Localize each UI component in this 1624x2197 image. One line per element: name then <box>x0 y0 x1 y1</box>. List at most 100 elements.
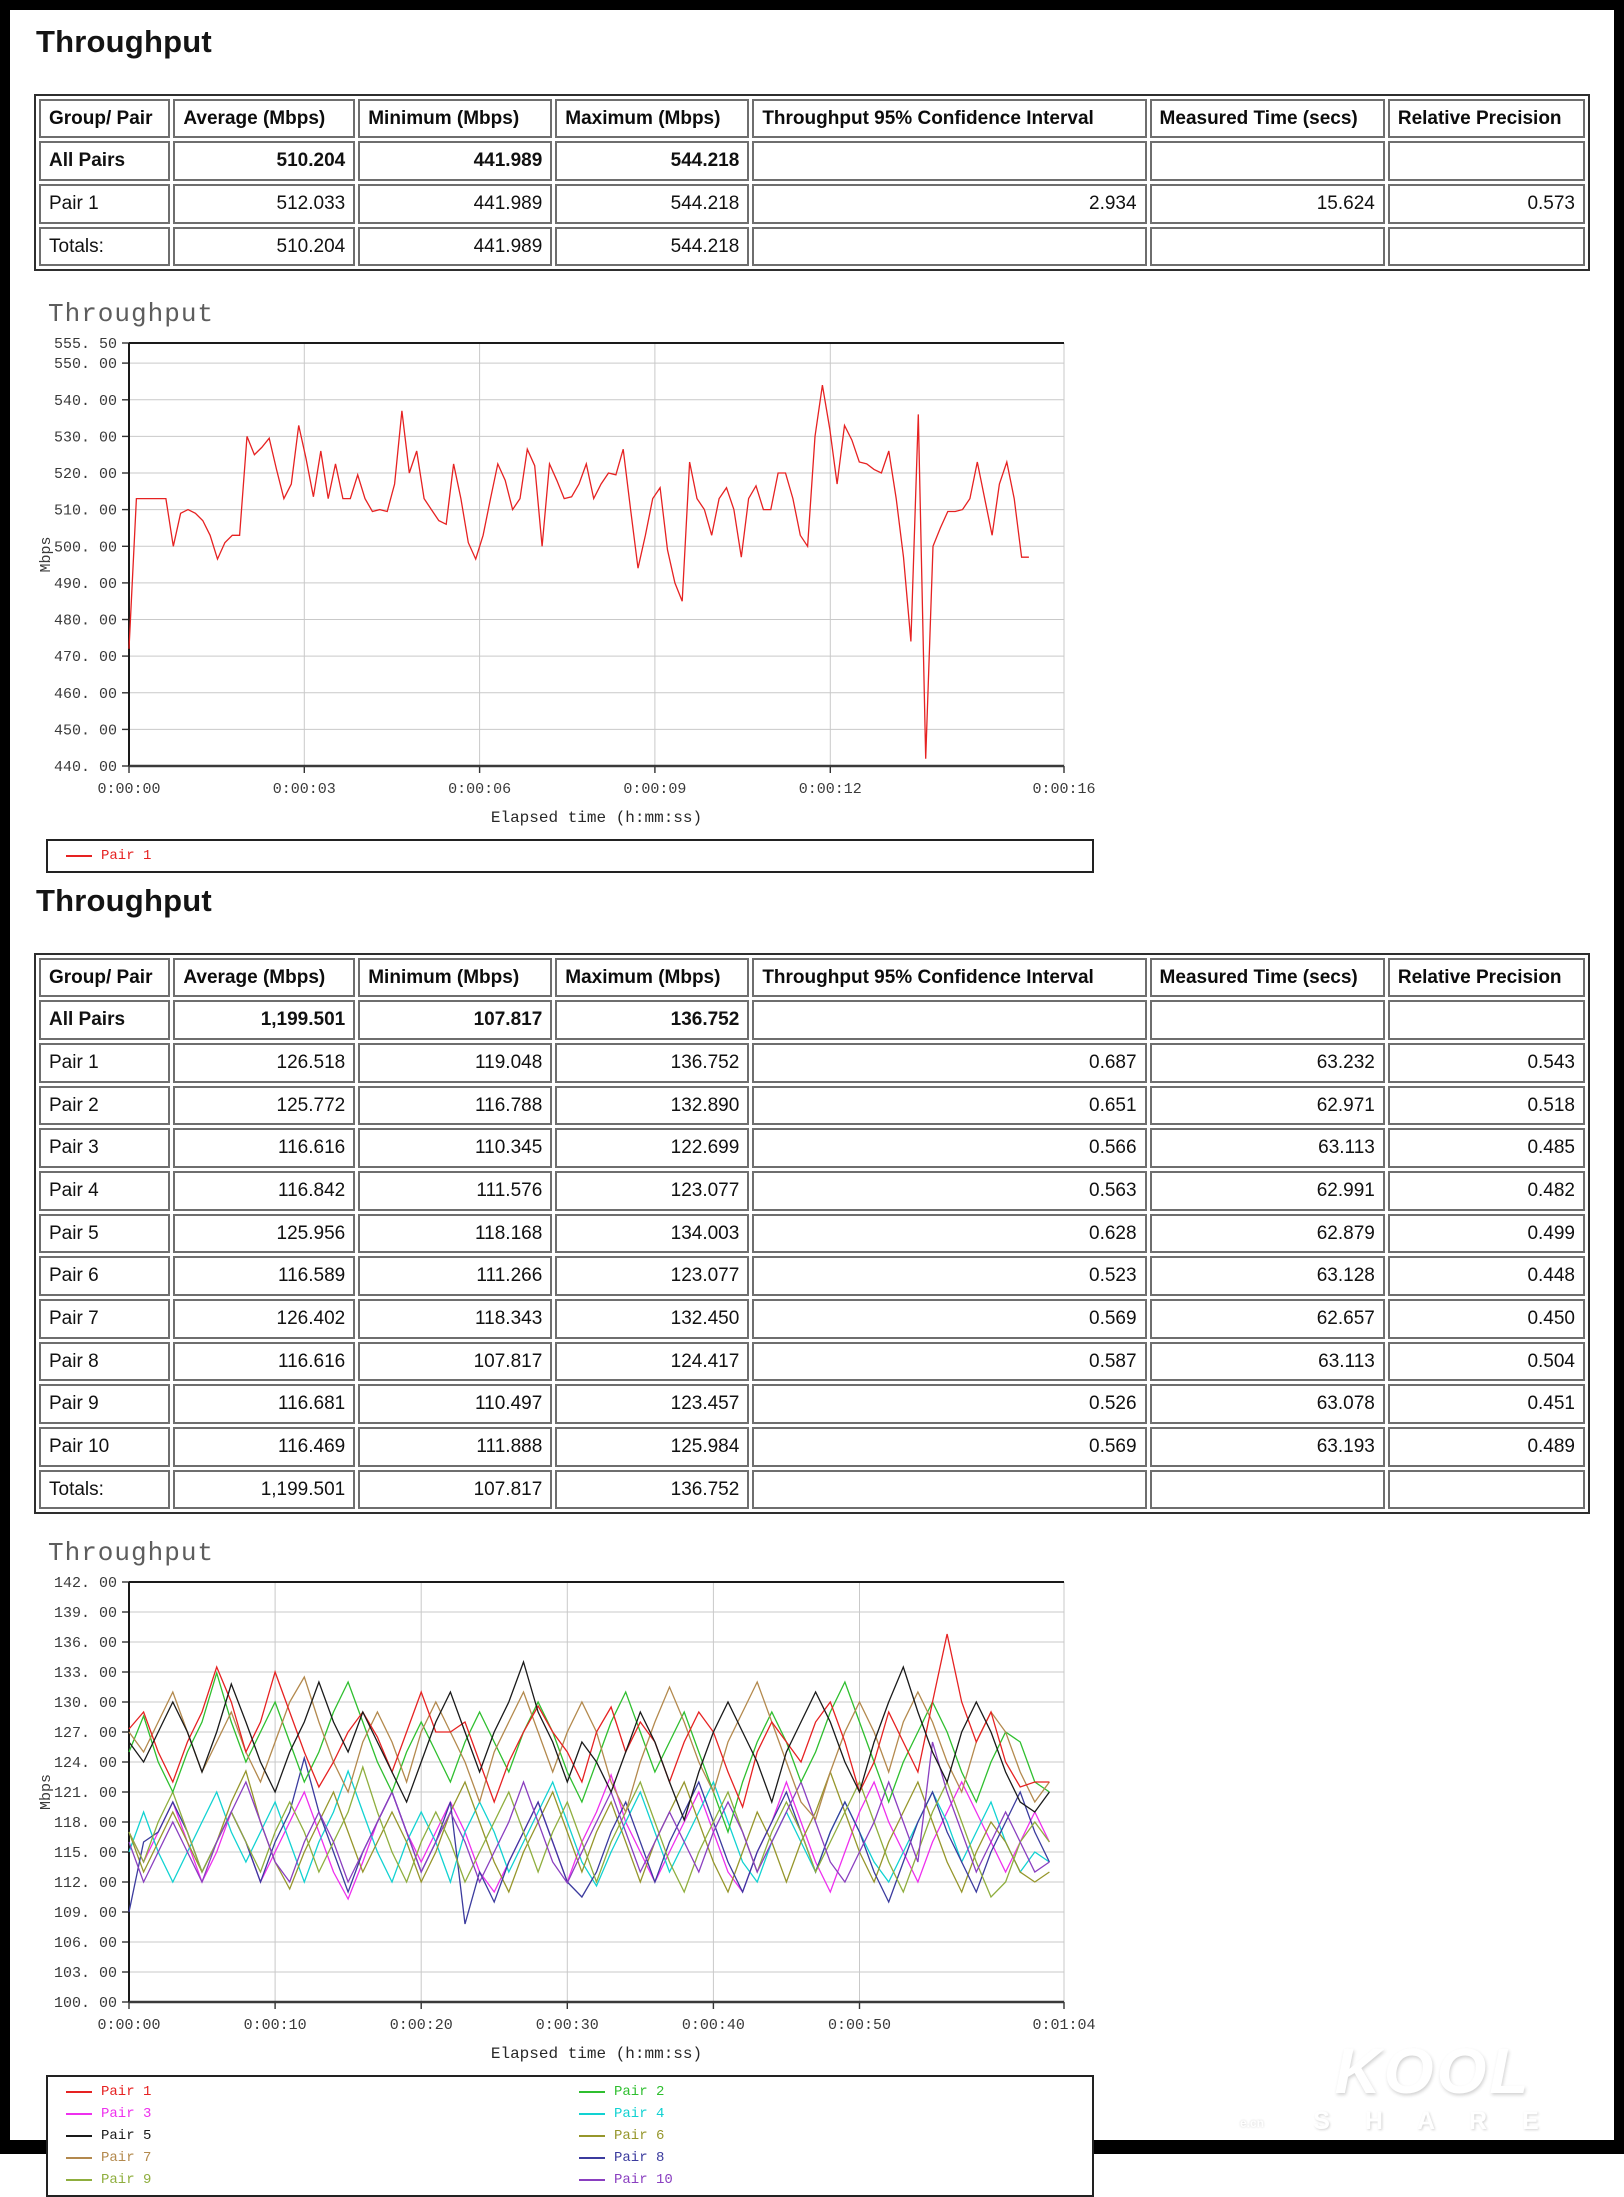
value-cell: 0.587 <box>752 1341 1147 1382</box>
row-label: Pair 8 <box>39 1341 171 1382</box>
value-cell: 63.232 <box>1149 1043 1385 1083</box>
legend-swatch <box>66 2135 92 2138</box>
value-cell: 15.624 <box>1149 183 1385 224</box>
value-cell: 125.956 <box>173 1213 356 1254</box>
value-cell <box>752 1469 1147 1510</box>
value-cell: 0.448 <box>1387 1256 1585 1296</box>
table-row: Pair 5 125.956 118.168 134.003 0.628 62.879 0.… <box>39 1213 1585 1254</box>
section-heading-1: Throughput <box>36 24 212 59</box>
value-cell: 441.989 <box>358 183 553 224</box>
value-cell: 123.457 <box>555 1384 750 1424</box>
legend-swatch <box>579 2157 605 2160</box>
value-cell: 1,199.501 <box>173 1469 356 1510</box>
legend-label: Pair 4 <box>614 2106 665 2123</box>
legend-entry: Pair 1 <box>66 2081 579 2103</box>
value-cell: 116.616 <box>173 1128 356 1169</box>
column-header: Measured Time (secs) <box>1149 98 1385 139</box>
column-header: Throughput 95% Confidence Interval <box>752 957 1147 998</box>
value-cell: 116.469 <box>173 1426 356 1467</box>
svg-text:490. 00: 490. 00 <box>54 576 117 593</box>
throughput-chart-2: 142. 00 139. 00 136. 00 133. 00 130. 00 127. … <box>34 1570 1590 2071</box>
svg-text:118. 00: 118. 00 <box>54 1815 117 1832</box>
svg-text:133. 00: 133. 00 <box>54 1665 117 1682</box>
value-cell <box>752 141 1147 181</box>
legend-label: Pair 1 <box>101 2084 152 2101</box>
svg-text:440. 00: 440. 00 <box>54 759 117 776</box>
row-label: Totals: <box>39 226 171 267</box>
legend-entry: Pair 1 <box>66 845 1092 867</box>
row-label: Pair 10 <box>39 1426 171 1467</box>
value-cell: 544.218 <box>555 141 750 181</box>
chart-legend-2: Pair 1 Pair 3 Pair 5 Pair 7 Pair 9 Pair 2 Pair… <box>46 2075 1094 2197</box>
column-header: Average (Mbps) <box>173 98 356 139</box>
value-cell: 544.218 <box>555 226 750 267</box>
value-cell <box>1387 226 1585 267</box>
value-cell: 0.569 <box>752 1298 1147 1339</box>
value-cell: 116.589 <box>173 1256 356 1296</box>
legend-swatch <box>66 2091 92 2094</box>
column-header: Minimum (Mbps) <box>358 98 553 139</box>
chart-series <box>128 385 1029 759</box>
value-cell: 0.687 <box>752 1043 1147 1083</box>
value-cell: 122.699 <box>555 1128 750 1169</box>
legend-label: Pair 3 <box>101 2106 152 2123</box>
svg-text:0:00:03: 0:00:03 <box>273 781 336 798</box>
throughput-chart-block-1: Throughput 555. 50 550. 00 540. 00 530. 00 5… <box>34 299 1590 874</box>
value-cell <box>1387 141 1585 181</box>
value-cell: 125.984 <box>555 1426 750 1467</box>
table-row: Pair 3 116.616 110.345 122.699 0.566 63.113 0.… <box>39 1128 1585 1169</box>
svg-text:540. 00: 540. 00 <box>54 393 117 410</box>
legend-swatch <box>579 2179 605 2182</box>
value-cell: 107.817 <box>358 1000 553 1041</box>
legend-swatch <box>579 2091 605 2094</box>
legend-label: Pair 9 <box>101 2172 152 2189</box>
column-header: Relative Precision <box>1387 957 1585 998</box>
value-cell: 111.888 <box>358 1426 553 1467</box>
legend-swatch <box>66 2179 92 2182</box>
svg-text:0:00:12: 0:00:12 <box>799 781 862 798</box>
legend-entry: Pair 4 <box>579 2103 1092 2125</box>
column-header: Maximum (Mbps) <box>555 957 750 998</box>
value-cell: 512.033 <box>173 183 356 224</box>
svg-text:139. 00: 139. 00 <box>54 1605 117 1622</box>
legend-entry: Pair 6 <box>579 2125 1092 2147</box>
svg-text:0:00:10: 0:00:10 <box>244 2017 307 2034</box>
value-cell: 119.048 <box>358 1043 553 1083</box>
table-header-row: Group/ Pair Average (Mbps) Minimum (Mbps) M… <box>39 98 1585 139</box>
value-cell: 0.569 <box>752 1426 1147 1467</box>
value-cell <box>1387 1469 1585 1510</box>
legend-swatch <box>579 2135 605 2138</box>
row-label: All Pairs <box>39 141 171 181</box>
chart-series <box>128 1634 1050 1925</box>
svg-text:106. 00: 106. 00 <box>54 1935 117 1952</box>
row-label: Pair 4 <box>39 1171 171 1211</box>
row-label: Pair 1 <box>39 1043 171 1083</box>
value-cell: 116.788 <box>358 1085 553 1126</box>
legend-label: Pair 10 <box>614 2172 673 2189</box>
value-cell: 0.566 <box>752 1128 1147 1169</box>
value-cell: 116.616 <box>173 1341 356 1382</box>
value-cell: 0.482 <box>1387 1171 1585 1211</box>
value-cell: 2.934 <box>752 183 1147 224</box>
column-header: Throughput 95% Confidence Interval <box>752 98 1147 139</box>
value-cell: 126.402 <box>173 1298 356 1339</box>
svg-text:0:00:00: 0:00:00 <box>97 781 160 798</box>
value-cell: 0.489 <box>1387 1426 1585 1467</box>
value-cell: 123.077 <box>555 1171 750 1211</box>
value-cell: 63.193 <box>1149 1426 1385 1467</box>
value-cell: 441.989 <box>358 141 553 181</box>
legend-label: Pair 8 <box>614 2150 665 2167</box>
table-row: Pair 8 116.616 107.817 124.417 0.587 63.113 0.… <box>39 1341 1585 1382</box>
value-cell: 118.168 <box>358 1213 553 1254</box>
value-cell: 134.003 <box>555 1213 750 1254</box>
value-cell: 62.879 <box>1149 1213 1385 1254</box>
report-page: Throughput Group/ Pair Average (Mbps) Mini… <box>10 10 1614 2197</box>
value-cell: 136.752 <box>555 1469 750 1510</box>
throughput-table-2: Group/ Pair Average (Mbps) Minimum (Mbps) M… <box>34 952 1590 1515</box>
chart-canvas: 142. 00 139. 00 136. 00 133. 00 130. 00 127. … <box>38 1575 1096 2063</box>
value-cell: 441.989 <box>358 226 553 267</box>
value-cell: 116.842 <box>173 1171 356 1211</box>
value-cell: 125.772 <box>173 1085 356 1126</box>
value-cell: 107.817 <box>358 1341 553 1382</box>
legend-entry: Pair 9 <box>66 2169 579 2191</box>
